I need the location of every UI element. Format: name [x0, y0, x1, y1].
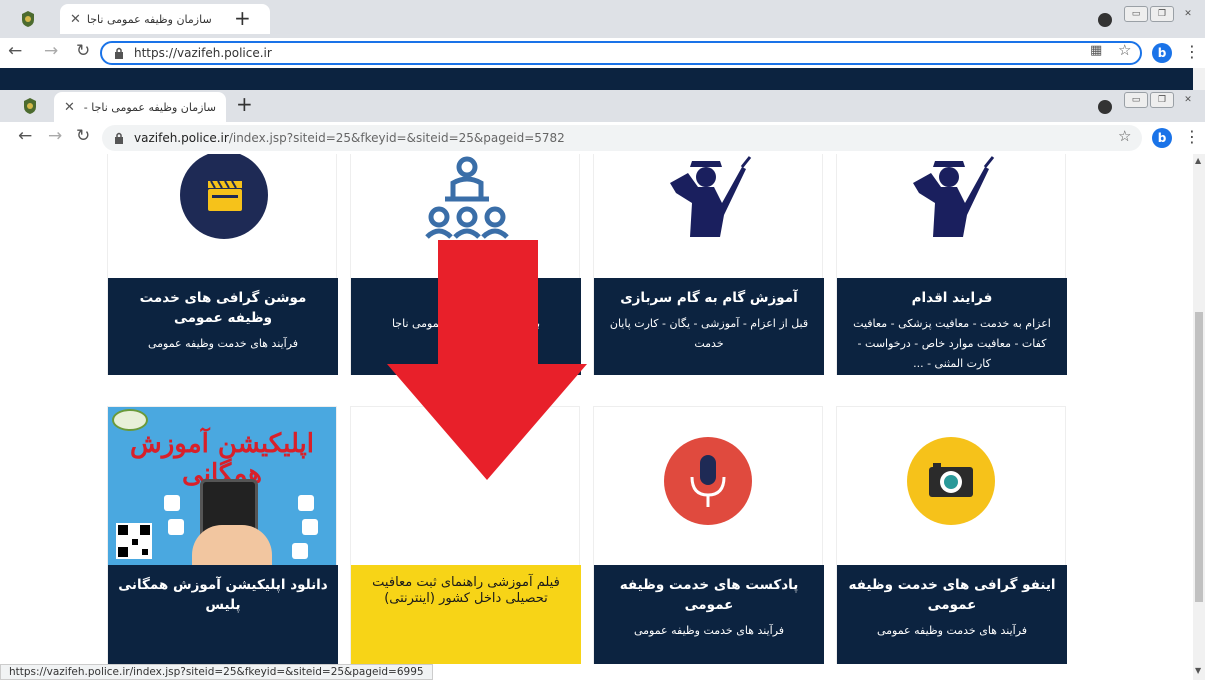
- forward-icon[interactable]: →: [44, 41, 58, 61]
- tab-title: سازمان وظیفه عمومی ناجا - آموزش: [81, 100, 216, 114]
- page-scrollbar[interactable]: ▲ ▼: [1193, 154, 1205, 680]
- close-window-icon[interactable]: ✕: [1176, 92, 1200, 108]
- back-icon[interactable]: ←: [8, 41, 22, 61]
- card-app-download[interactable]: اپلیکیشن آموزش همگانی دانلود اپلیکیشن آم…: [107, 406, 338, 664]
- profile-avatar-2[interactable]: b: [1152, 128, 1172, 148]
- lock-icon: [115, 47, 123, 59]
- card-motion-graphics[interactable]: موشن گرافی های خدمت وظیفه عمومی فرآیند ه…: [107, 154, 338, 375]
- url-host: vazifeh.police.ir: [134, 131, 229, 145]
- card-title: موشن گرافی های خدمت وظیفه عمومی: [139, 290, 307, 326]
- close-window-icon[interactable]: ✕: [1176, 6, 1200, 22]
- police-emblem-icon: [24, 98, 36, 114]
- microphone-icon: [664, 437, 752, 525]
- qr-code-icon[interactable]: ▦: [1090, 43, 1102, 58]
- status-bar-url: https://vazifeh.police.ir/index.jsp?site…: [0, 664, 433, 680]
- scroll-down-icon[interactable]: ▼: [1195, 666, 1201, 675]
- app-promo-image: اپلیکیشن آموزش همگانی: [108, 407, 336, 565]
- page-content: موشن گرافی های خدمت وظیفه عمومی فرآیند ه…: [0, 154, 1193, 664]
- card-title: آموزش گام به گام سربازی: [620, 290, 798, 306]
- card-process[interactable]: فرایند اقدام اعزام به خدمت - معافیت پزشک…: [836, 154, 1067, 375]
- qr-code-image: [116, 523, 152, 559]
- minimize-icon[interactable]: ▭: [1124, 6, 1148, 22]
- soldier-icon: [670, 156, 752, 237]
- new-tab-icon[interactable]: +: [236, 92, 253, 116]
- card-title: اینفو گرافی های خدمت وظیفه عمومی: [848, 577, 1056, 613]
- scroll-up-icon[interactable]: ▲: [1195, 156, 1201, 165]
- card-step-by-step[interactable]: آموزش گام به گام سربازی قبل از اعزام - آ…: [593, 154, 824, 375]
- back-icon[interactable]: ←: [18, 126, 32, 146]
- menu-icon[interactable]: ⋮: [1184, 42, 1200, 61]
- card-podcasts[interactable]: پادکست های خدمت وظیفه عمومی فرآیند های خ…: [593, 406, 824, 664]
- address-bar-2[interactable]: vazifeh.police.ir/index.jsp?siteid=25&fk…: [102, 125, 1142, 151]
- address-bar-1[interactable]: https://vazifeh.police.ir: [100, 41, 1142, 65]
- card-subtitle: فرآیند های خدمت وظیفه عمومی: [876, 624, 1028, 637]
- toolbar-2: ← → ↻ vazifeh.police.ir/index.jsp?siteid…: [0, 122, 1205, 154]
- account-indicator-icon[interactable]: [1098, 13, 1112, 27]
- lock-icon: [115, 132, 123, 144]
- url-text: https://vazifeh.police.ir: [134, 46, 272, 60]
- camera-icon: [907, 437, 995, 525]
- scrollbar-thumb[interactable]: [1195, 312, 1203, 602]
- window-controls: ▭ ❐ ✕: [1124, 6, 1200, 22]
- soldier-icon: [913, 156, 995, 237]
- clapperboard-icon: [180, 154, 268, 239]
- bookmark-star-icon[interactable]: ☆: [1118, 41, 1131, 59]
- card-title: دانلود اپلیکیشن آموزش همگانی پلیس: [118, 577, 328, 613]
- card-subtitle: قبل از اعزام - آموزشی - یگان - کارت پایا…: [609, 317, 809, 350]
- red-arrow-down-icon: [387, 240, 587, 480]
- close-tab-icon[interactable]: ✕: [64, 100, 75, 115]
- minimize-icon[interactable]: ▭: [1124, 92, 1148, 108]
- meeting-icon: [425, 156, 509, 239]
- close-tab-icon[interactable]: ✕: [70, 12, 81, 27]
- restore-icon[interactable]: ❐: [1150, 6, 1174, 22]
- card-subtitle: فرآیند های خدمت وظیفه عمومی: [633, 624, 785, 637]
- reload-icon[interactable]: ↻: [76, 41, 90, 61]
- new-tab-icon[interactable]: +: [234, 6, 251, 30]
- bookmark-star-icon[interactable]: ☆: [1118, 127, 1131, 145]
- scrollbar-1[interactable]: [1193, 68, 1205, 90]
- reload-icon[interactable]: ↻: [76, 126, 90, 146]
- police-emblem-icon: [22, 11, 34, 27]
- account-indicator-icon[interactable]: [1098, 100, 1112, 114]
- card-subtitle: اعزام به خدمت - معافیت پزشکی - معافیت کف…: [853, 317, 1051, 370]
- forward-icon[interactable]: →: [48, 126, 62, 146]
- card-infographics[interactable]: اینفو گرافی های خدمت وظیفه عمومی فرآیند …: [836, 406, 1067, 664]
- tab-strip-2: ✕ سازمان وظیفه عمومی ناجا - آموزش + ▭ ❐ …: [0, 90, 1205, 122]
- site-header-strip: [0, 68, 1193, 90]
- restore-icon[interactable]: ❐: [1150, 92, 1174, 108]
- card-subtitle: فرآیند های خدمت وظیفه عمومی: [147, 337, 299, 350]
- window-controls: ▭ ❐ ✕: [1124, 92, 1200, 108]
- logo-badge: [112, 409, 148, 431]
- url-path: /index.jsp?siteid=25&fkeyid=&siteid=25&p…: [228, 131, 565, 145]
- tab-vazifeh-training[interactable]: ✕ سازمان وظیفه عمومی ناجا - آموزش: [54, 92, 226, 122]
- card-title: پادکست های خدمت وظیفه عمومی: [619, 577, 799, 613]
- card-title: فیلم آموزشی راهنمای ثبت معافیت تحصیلی دا…: [372, 575, 560, 606]
- toolbar-1: ← → ↻ https://vazifeh.police.ir ▦ ☆ b ⋮: [0, 38, 1205, 68]
- profile-avatar-1[interactable]: b: [1152, 43, 1172, 63]
- menu-icon[interactable]: ⋮: [1184, 127, 1200, 146]
- card-title: فرایند اقدام: [911, 290, 993, 306]
- tab-strip-1: ✕ سازمان وظیفه عمومی ناجا + ▭ ❐ ✕: [0, 0, 1205, 38]
